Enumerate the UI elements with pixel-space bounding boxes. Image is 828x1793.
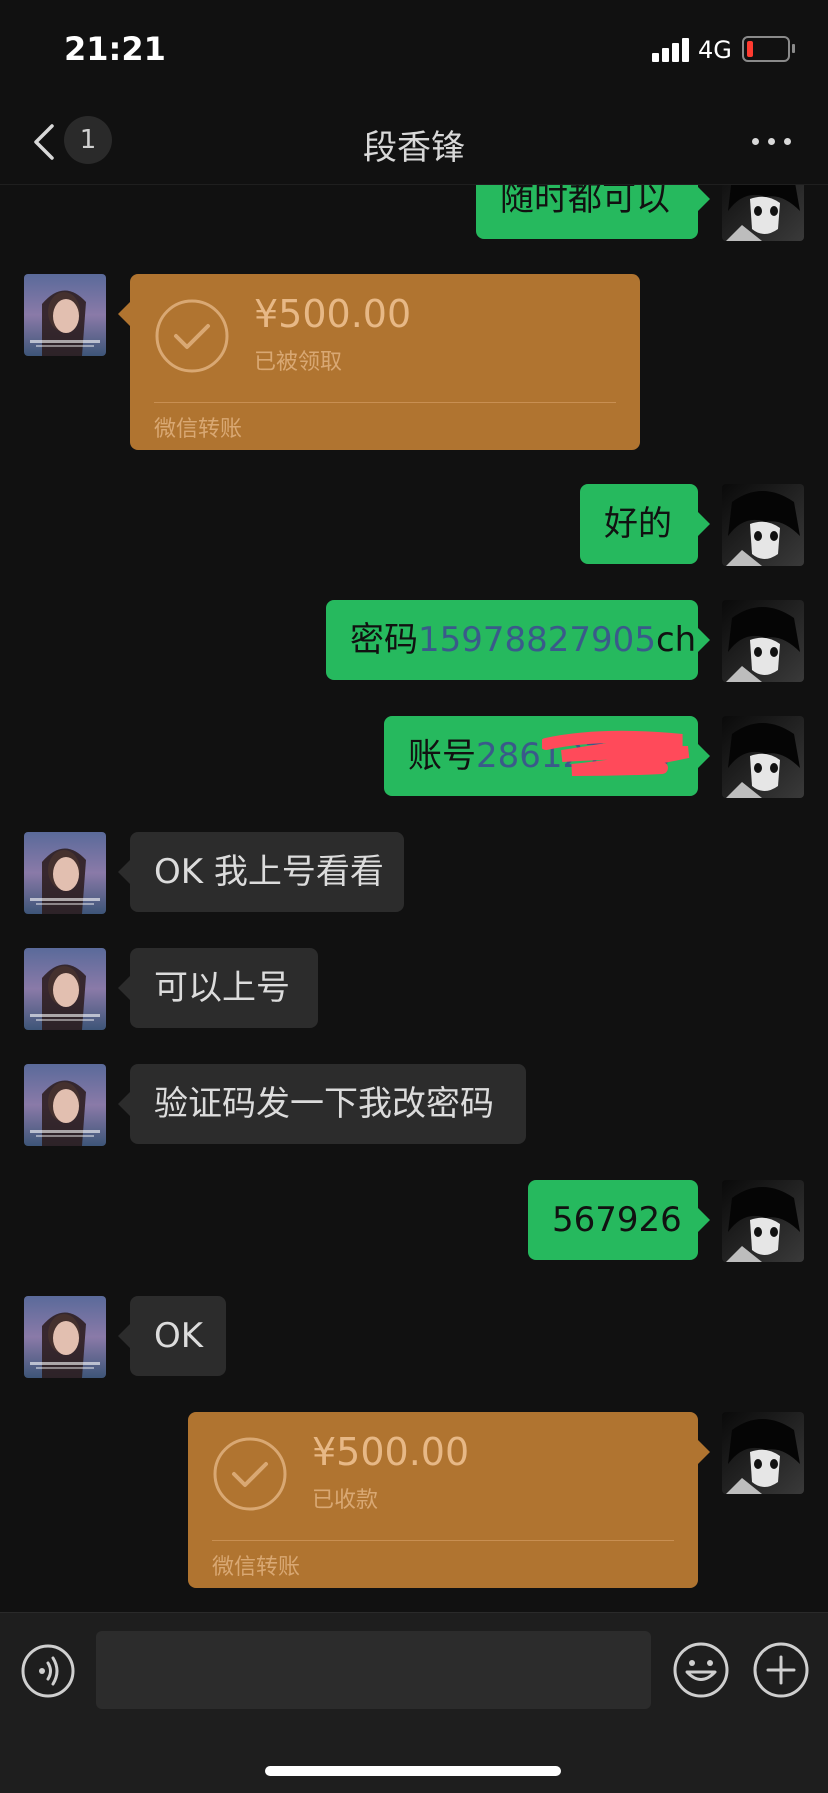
transfer-status: 已收款	[312, 1488, 379, 1513]
avatar-self[interactable]	[722, 600, 804, 682]
transfer-status: 已被领取	[254, 350, 343, 375]
message-bubble-incoming[interactable]: OK 我上号看看	[118, 832, 404, 912]
battery-icon	[742, 36, 795, 62]
check-circle-icon	[213, 1437, 287, 1511]
avatar-self[interactable]	[722, 1412, 804, 1494]
message-bubble-outgoing[interactable]: 密码15978827905ch	[326, 600, 710, 680]
plus-icon[interactable]	[752, 1641, 810, 1699]
avatar-contact[interactable]	[24, 948, 106, 1030]
check-circle-icon	[155, 299, 229, 373]
transfer-label: 微信转账	[154, 417, 243, 442]
transfer-amount: ¥500.00	[312, 1430, 470, 1474]
voice-icon[interactable]	[20, 1643, 76, 1699]
message-bubble-incoming[interactable]: 可以上号	[118, 948, 318, 1028]
message-bubble-incoming[interactable]: 验证码发一下我改密码	[118, 1064, 526, 1144]
phone-link[interactable]: 15978827905	[418, 620, 656, 660]
transfer-divider	[212, 1540, 674, 1541]
avatar-self[interactable]	[722, 716, 804, 798]
status-time: 21:21	[64, 30, 166, 68]
input-bar	[0, 1612, 828, 1793]
message-suffix: ch	[655, 620, 697, 660]
avatar-self[interactable]	[722, 185, 804, 241]
avatar-self[interactable]	[722, 484, 804, 566]
status-bar: 21:21 4G	[0, 0, 828, 100]
chat-area[interactable]: 随时都可以 ¥500.00 已被领取 微信转账 好的 密码15978827905…	[0, 185, 828, 1610]
transfer-card-incoming[interactable]: ¥500.00 已被领取 微信转账	[118, 274, 640, 450]
message-bubble-outgoing[interactable]: 567926	[528, 1180, 710, 1260]
message-bubble-outgoing[interactable]: 账号286127063	[384, 716, 710, 796]
transfer-amount: ¥500.00	[254, 292, 412, 336]
avatar-contact[interactable]	[24, 1296, 106, 1378]
message-prefix: 账号	[408, 736, 476, 776]
avatar-contact[interactable]	[24, 832, 106, 914]
transfer-divider	[154, 402, 616, 403]
message-bubble-outgoing[interactable]: 随时都可以	[476, 185, 710, 239]
signal-icon	[652, 38, 692, 62]
transfer-label: 微信转账	[212, 1555, 301, 1580]
message-input[interactable]	[96, 1631, 651, 1709]
avatar-self[interactable]	[722, 1180, 804, 1262]
redaction-scribble	[542, 730, 690, 776]
message-bubble-incoming[interactable]: OK	[118, 1296, 226, 1376]
home-indicator	[265, 1766, 561, 1776]
page-title: 段香锋	[363, 128, 465, 168]
transfer-card-outgoing[interactable]: ¥500.00 已收款 微信转账	[188, 1412, 710, 1588]
avatar-contact[interactable]	[24, 274, 106, 356]
message-prefix: 密码	[350, 620, 418, 660]
avatar-contact[interactable]	[24, 1064, 106, 1146]
message-bubble-outgoing[interactable]: 好的	[580, 484, 710, 564]
emoji-icon[interactable]	[672, 1641, 730, 1699]
network-label: 4G	[698, 36, 732, 64]
